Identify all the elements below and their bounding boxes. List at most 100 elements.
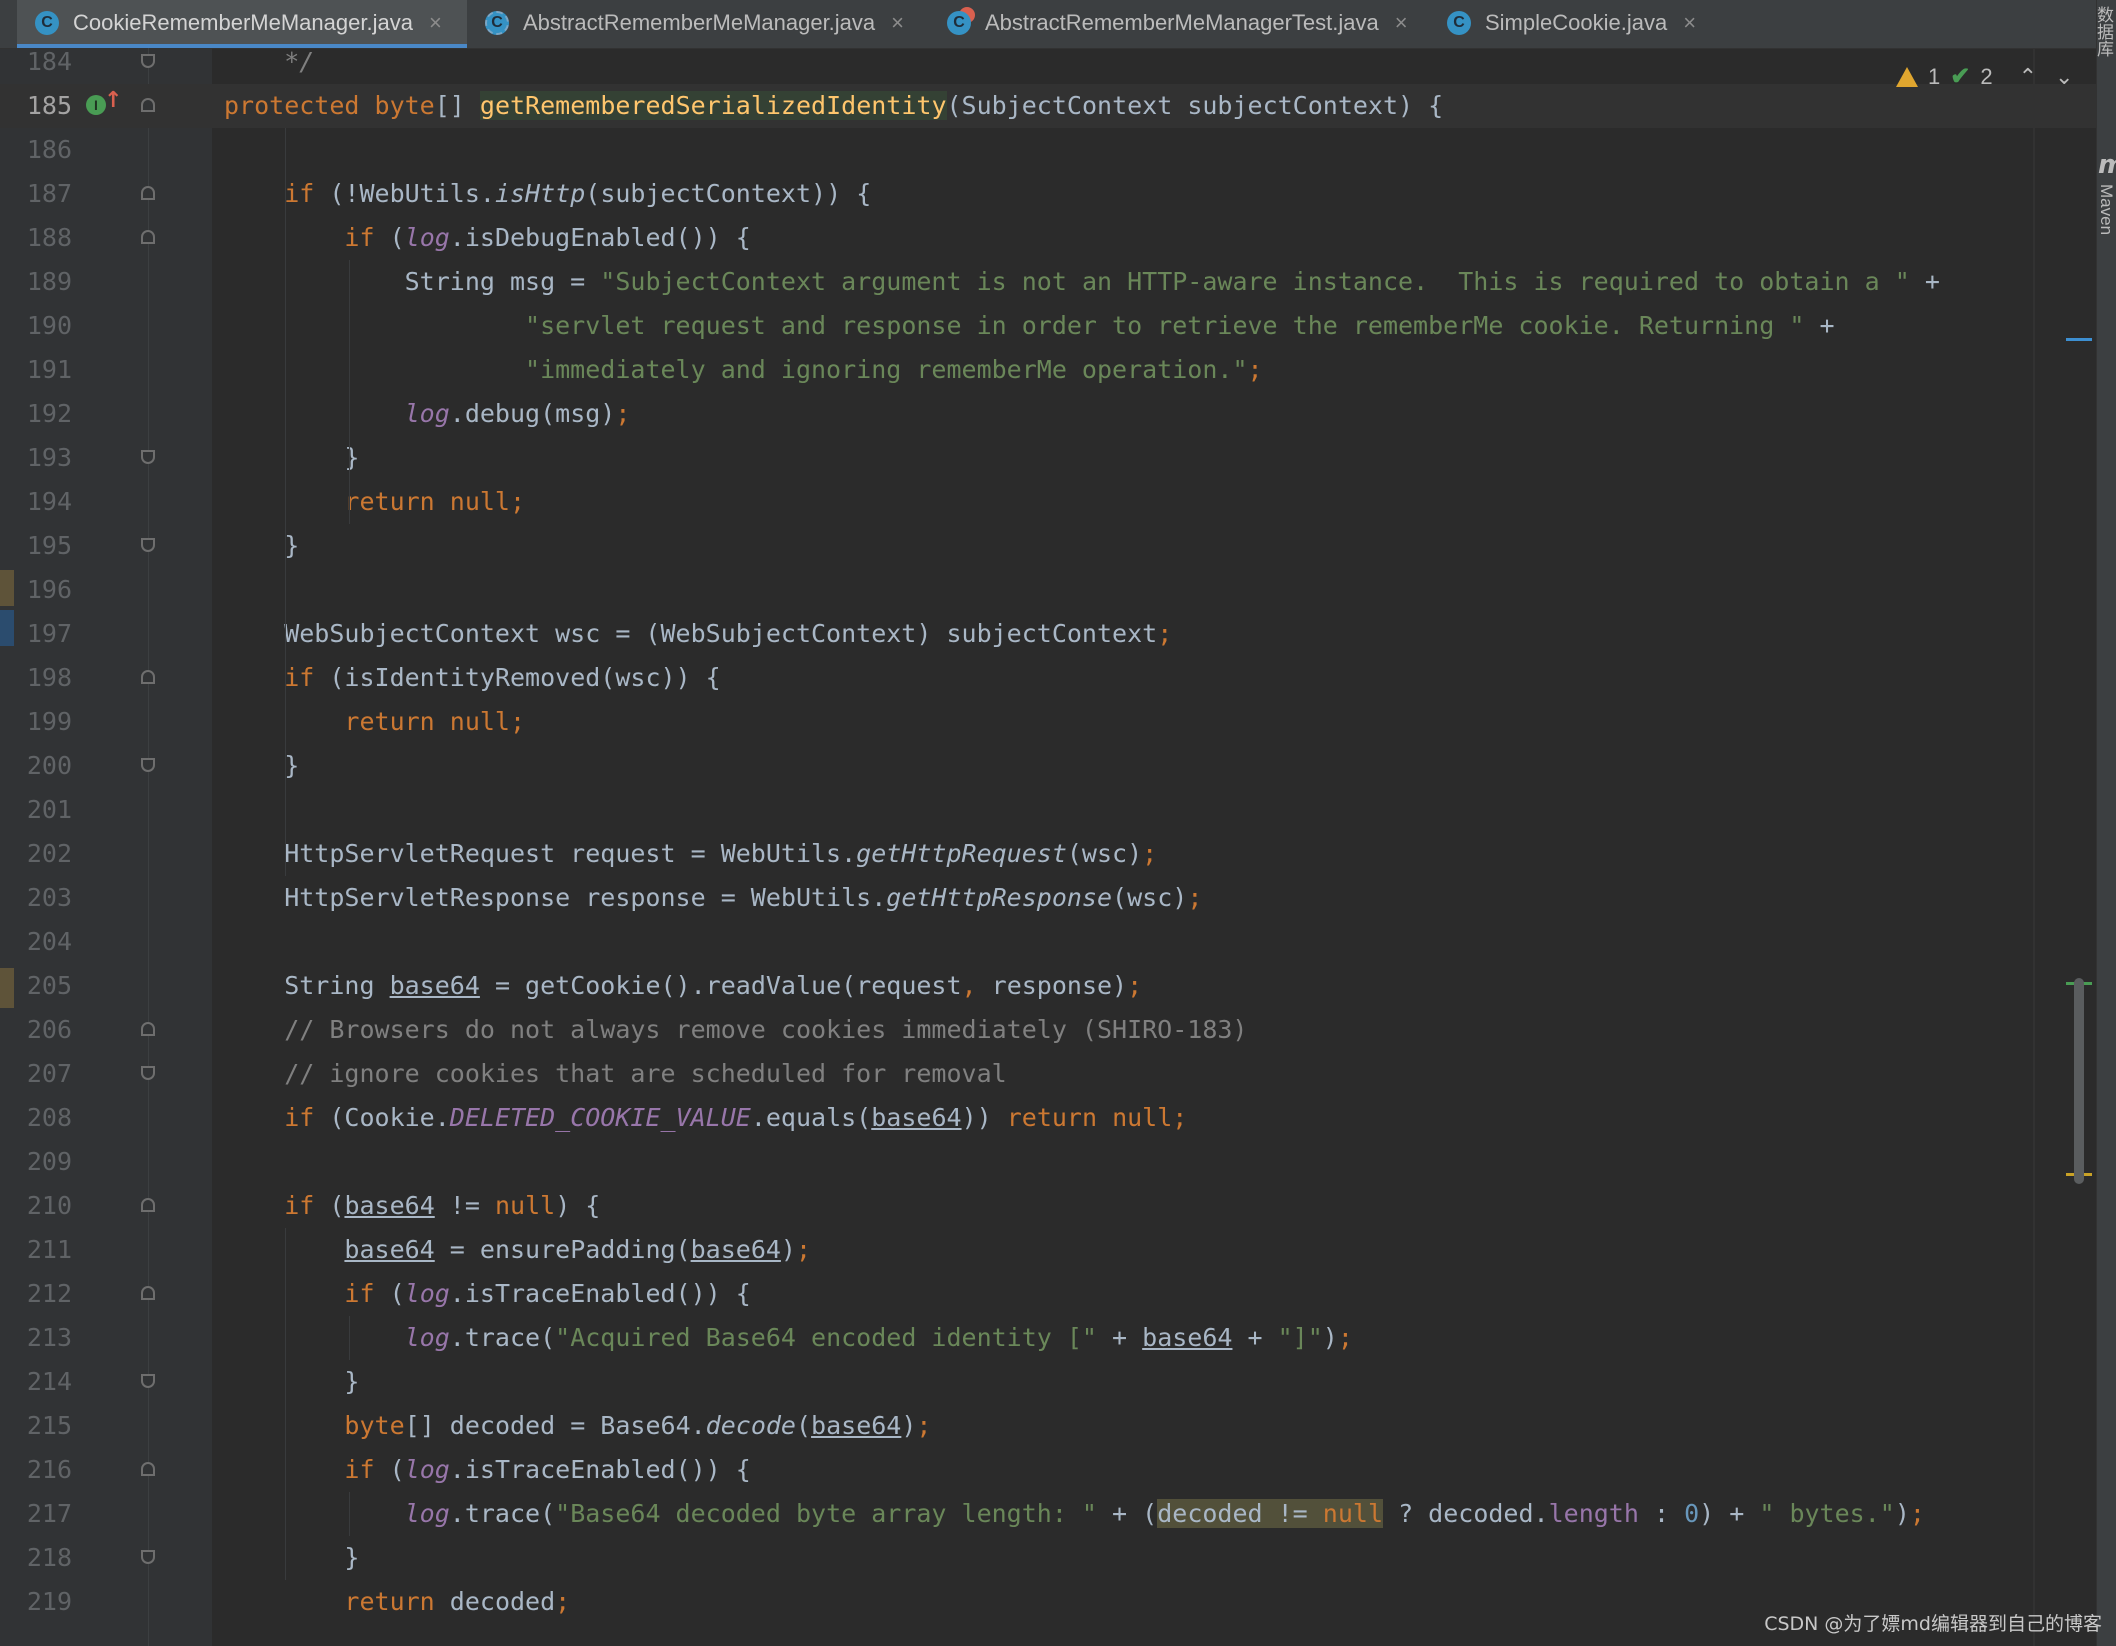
code-line[interactable]: 211 base64 = ensurePadding(base64); <box>0 1228 2116 1272</box>
code-line[interactable]: 204 <box>0 920 2116 964</box>
code-token: )) <box>961 1103 1007 1132</box>
code-token: protected <box>224 91 360 120</box>
code-token: [] <box>434 91 480 120</box>
maven-panel-tab[interactable]: Maven <box>2096 184 2116 235</box>
fold-marker-icon[interactable] <box>141 230 155 244</box>
code-line[interactable]: 188 if (log.isDebugEnabled()) { <box>0 216 2116 260</box>
line-number: 187 <box>26 179 72 208</box>
fold-marker-icon[interactable] <box>141 1198 155 1212</box>
override-method-icon[interactable]: I <box>86 95 106 115</box>
code-text: "immediately and ignoring rememberMe ope… <box>224 348 1263 392</box>
code-line[interactable]: 207 // ignore cookies that are scheduled… <box>0 1052 2116 1096</box>
code-token: .trace( <box>449 1323 556 1352</box>
arrow-up-icon[interactable]: ↑ <box>104 88 122 113</box>
code-token: String msg = <box>224 267 601 296</box>
line-number: 212 <box>26 1279 72 1308</box>
database-panel-tab[interactable]: 数据库 <box>2094 6 2116 57</box>
code-line[interactable]: 189 String msg = "SubjectContext argumen… <box>0 260 2116 304</box>
fold-marker-icon[interactable] <box>141 1022 155 1036</box>
code-line[interactable]: 185 protected byte[] getRememberedSeriali… <box>0 84 2116 128</box>
close-icon[interactable]: × <box>1683 10 1696 36</box>
fold-marker-icon[interactable] <box>141 1066 155 1080</box>
code-line[interactable]: 190 "servlet request and response in ord… <box>0 304 2116 348</box>
code-line[interactable]: 197 WebSubjectContext wsc = (WebSubjectC… <box>0 612 2116 656</box>
code-line[interactable]: 217 log.trace("Base64 decoded byte array… <box>0 1492 2116 1536</box>
code-line[interactable]: 202 HttpServletRequest request = WebUtil… <box>0 832 2116 876</box>
fold-marker-icon[interactable] <box>141 54 155 68</box>
code-line[interactable]: 209 <box>0 1140 2116 1184</box>
fold-marker-icon[interactable] <box>141 98 155 112</box>
code-token: isHttp <box>494 179 586 208</box>
code-line[interactable]: 193 } <box>0 436 2116 480</box>
code-line[interactable]: 187 if (!WebUtils.isHttp(subjectContext)… <box>0 172 2116 216</box>
code-token: // ignore cookies that are scheduled for… <box>224 1059 1007 1088</box>
code-token: log <box>404 1455 450 1484</box>
code-line[interactable]: 215 byte[] decoded = Base64.decode(base6… <box>0 1404 2116 1448</box>
code-line[interactable]: 203 HttpServletResponse response = WebUt… <box>0 876 2116 920</box>
code-token: ) <box>901 1411 917 1440</box>
code-token: .isTraceEnabled()) { <box>449 1455 751 1484</box>
line-number: 193 <box>26 443 72 472</box>
fold-marker-icon[interactable] <box>141 186 155 200</box>
watermark: CSDN @为了嫖md编辑器到自己的博客 <box>1764 1613 2102 1635</box>
code-text: */ <box>224 40 314 84</box>
inspection-widget[interactable]: 1 ✔ 2 ⌃ ⌄ <box>1896 62 2073 91</box>
code-line[interactable]: 191 "immediately and ignoring rememberMe… <box>0 348 2116 392</box>
code-line[interactable]: 206 // Browsers do not always remove coo… <box>0 1008 2116 1052</box>
fold-marker-icon[interactable] <box>141 538 155 552</box>
code-line[interactable]: 218 } <box>0 1536 2116 1580</box>
code-token: .isDebugEnabled()) { <box>449 223 751 252</box>
fold-marker-icon[interactable] <box>141 1286 155 1300</box>
code-line[interactable]: 196 <box>0 568 2116 612</box>
line-number: 209 <box>26 1147 72 1176</box>
maven-icon[interactable]: m <box>2098 150 2116 180</box>
code-line[interactable]: 216 if (log.isTraceEnabled()) { <box>0 1448 2116 1492</box>
code-line[interactable]: 192 log.debug(msg); <box>0 392 2116 436</box>
code-line[interactable]: 195 } <box>0 524 2116 568</box>
code-token: ; <box>555 1587 571 1616</box>
code-text: protected byte[] getRememberedSerialized… <box>224 84 1443 128</box>
close-icon[interactable]: × <box>891 10 904 36</box>
code-line[interactable]: 194 return null; <box>0 480 2116 524</box>
chevron-down-icon[interactable]: ⌄ <box>2055 64 2073 90</box>
code-token: } <box>224 1543 360 1572</box>
scroll-marker[interactable] <box>2066 338 2092 341</box>
close-icon[interactable]: × <box>1395 10 1408 36</box>
fold-marker-icon[interactable] <box>141 1550 155 1564</box>
code-token: ; <box>1247 355 1263 384</box>
code-line[interactable]: 201 <box>0 788 2116 832</box>
line-number: 196 <box>26 575 72 604</box>
fold-marker-icon[interactable] <box>141 1462 155 1476</box>
code-line[interactable]: 200 } <box>0 744 2116 788</box>
line-number: 218 <box>26 1543 72 1572</box>
code-token: log <box>404 1279 450 1308</box>
code-line[interactable]: 212 if (log.isTraceEnabled()) { <box>0 1272 2116 1316</box>
code-token: ; <box>1157 619 1173 648</box>
code-line[interactable]: 214 } <box>0 1360 2116 1404</box>
code-token: ; <box>1337 1323 1353 1352</box>
code-token: base64 <box>389 971 480 1000</box>
code-token: null <box>494 1191 556 1220</box>
code-line[interactable]: 199 return null; <box>0 700 2116 744</box>
line-number: 185 <box>26 91 72 120</box>
fold-marker-icon[interactable] <box>141 758 155 772</box>
fold-marker-icon[interactable] <box>141 450 155 464</box>
code-line[interactable]: 210 if (base64 != null) { <box>0 1184 2116 1228</box>
line-number: 192 <box>26 399 72 428</box>
code-line[interactable]: 205 String base64 = getCookie().readValu… <box>0 964 2116 1008</box>
code-line[interactable]: 186 <box>0 128 2116 172</box>
close-icon[interactable]: × <box>429 10 442 36</box>
code-text: String base64 = getCookie().readValue(re… <box>224 964 1142 1008</box>
code-token: ) + <box>1699 1499 1760 1528</box>
code-line[interactable]: 208 if (Cookie.DELETED_COOKIE_VALUE.equa… <box>0 1096 2116 1140</box>
fold-marker-icon[interactable] <box>141 670 155 684</box>
code-line[interactable]: 198 if (isIdentityRemoved(wsc)) { <box>0 656 2116 700</box>
code-line[interactable]: 184 */ <box>0 40 2116 84</box>
line-number: 199 <box>26 707 72 736</box>
code-line[interactable]: 213 log.trace("Acquired Base64 encoded i… <box>0 1316 2116 1360</box>
editor-scrollbar[interactable] <box>2074 978 2084 1184</box>
code-token: ; <box>1909 1499 1925 1528</box>
fold-marker-icon[interactable] <box>141 1374 155 1388</box>
